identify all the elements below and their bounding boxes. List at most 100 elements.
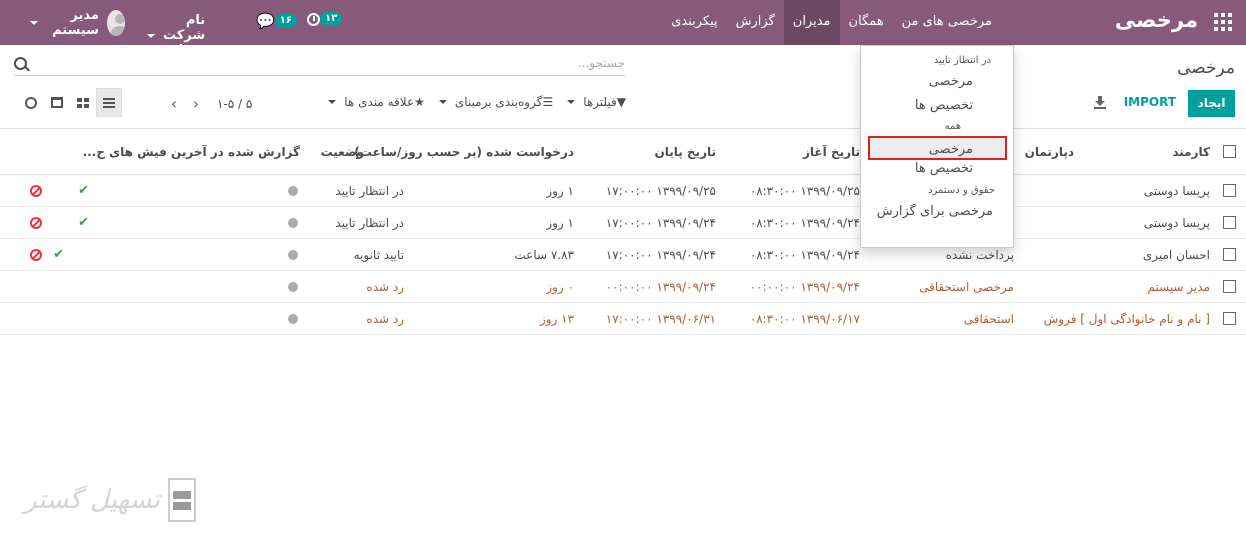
app-brand: مرخصی	[1114, 8, 1198, 32]
filters-toggle[interactable]: ▼ فیلترها	[567, 95, 626, 109]
watermark-text: تسهیل گستر	[24, 485, 160, 515]
filters-label: فیلترها	[583, 95, 617, 109]
clock-icon	[307, 12, 320, 26]
menu-my-leaves[interactable]: مرخصی های من	[893, 0, 996, 45]
approve-icon[interactable]: ✔	[78, 175, 89, 207]
table-row[interactable]: پریسا دوستی ۱۳۹۹/۰۹/۲۴ ۰۸:۳۰:۰۰ ۱۳۹۹/۰۹/۲۴…	[0, 207, 1246, 239]
cell-department: مرخصی استحقاقی	[919, 280, 1014, 294]
view-switcher	[18, 88, 122, 117]
dropdown-header-all: همه	[944, 121, 961, 132]
cell-start: ۱۳۹۹/۰۹/۲۴ ۰۰:۰۰:۰۰	[749, 280, 860, 294]
cell-status: در انتظار تایید	[335, 216, 404, 230]
row-checkbox[interactable]	[1223, 216, 1236, 229]
col-employee[interactable]: کارمند	[1172, 129, 1210, 175]
dropdown-item-all-allocations[interactable]: تخصیص ها	[861, 160, 1013, 182]
company-switcher[interactable]: نام شرکت شما	[147, 13, 205, 58]
activity-badge: ۱۳	[320, 12, 343, 26]
search-input[interactable]	[65, 56, 625, 70]
chevron-right-icon[interactable]: ›	[185, 94, 207, 113]
table-row[interactable]: مدیر سیستم مرخصی استحقاقی ۱۳۹۹/۰۹/۲۴ ۰۰:۰۰…	[0, 271, 1246, 303]
kanban-view-button[interactable]	[70, 88, 96, 117]
table-row[interactable]: پریسا دوستی ۱۳۹۹/۰۹/۲۵ ۰۸:۳۰:۰۰ ۱۳۹۹/۰۹/۲۵…	[0, 175, 1246, 207]
watermark: تسهیل گستر	[24, 478, 196, 522]
chevron-down-icon	[567, 100, 576, 104]
pager-value[interactable]: ۱-۵ / ۵	[217, 97, 252, 111]
clock-icon	[25, 96, 37, 109]
cell-end: ۱۳۹۹/۰۹/۲۴ ۰۰:۰۰:۰۰	[605, 280, 716, 294]
dropdown-header-payroll: حقوق و دستمزد	[928, 185, 995, 196]
table-row[interactable]: [ نام و نام خانوادگی اول ] فروش استحقاقی ۱…	[0, 303, 1246, 335]
search-icon[interactable]	[14, 57, 27, 70]
refuse-icon[interactable]	[30, 249, 42, 261]
table-row[interactable]: احسان امیری پرداخت نشده ۱۳۹۹/۰۹/۲۴ ۰۸:۳۰:۰…	[0, 239, 1246, 271]
messaging-menu[interactable]: ۱۶ 💬	[254, 12, 297, 30]
col-end[interactable]: تاریخ پایان	[654, 129, 716, 175]
approve-icon[interactable]: ✔	[78, 207, 89, 239]
menu-managers[interactable]: مدیران	[783, 0, 840, 45]
cell-duration: ۱ روز	[546, 216, 574, 230]
main-menu: مرخصی های من همگان مدیران گزارش پیکربندی	[662, 0, 996, 45]
refuse-icon[interactable]	[30, 185, 42, 197]
dropdown-item-leaves-to-approve[interactable]: مرخصی	[861, 70, 1013, 94]
cell-duration: ۱ روز	[546, 184, 574, 198]
menu-everyone[interactable]: همگان	[840, 0, 893, 45]
row-checkbox[interactable]	[1223, 312, 1236, 325]
create-button[interactable]: ایجاد	[1188, 90, 1235, 117]
favorites-label: علاقه مندی ها	[344, 95, 415, 109]
kanban-icon	[77, 97, 89, 108]
activity-view-button[interactable]	[18, 88, 44, 117]
groupby-toggle[interactable]: ☰ گروه‌بندی برمبنای	[438, 95, 553, 109]
row-checkbox[interactable]	[1223, 248, 1236, 261]
chevron-down-icon	[30, 21, 38, 25]
filter-icon: ▼	[616, 95, 626, 109]
col-reported[interactable]: گزارش شده در آخرین فیش های ح...	[83, 129, 300, 175]
cell-end: ۱۳۹۹/۰۹/۲۵ ۱۷:۰۰:۰۰	[605, 184, 716, 198]
activity-menu[interactable]: ۱۳	[305, 12, 343, 26]
apps-grid-icon[interactable]	[1214, 13, 1232, 31]
row-checkbox[interactable]	[1223, 184, 1236, 197]
chevron-left-icon[interactable]: ‹	[163, 94, 185, 113]
cell-status: رد شده	[366, 312, 404, 326]
user-menu[interactable]: مدیر سیستم	[30, 8, 125, 38]
col-status[interactable]: وضعیت	[321, 129, 364, 175]
search-options: ▼ فیلترها ☰ گروه‌بندی برمبنای ★ علاقه من…	[314, 95, 626, 109]
status-dot	[288, 282, 298, 292]
select-all-checkbox[interactable]	[1223, 145, 1236, 158]
col-duration[interactable]: درخواست شده (بر حسب روز/ساعت)	[354, 129, 574, 175]
top-navbar: مرخصی مرخصی های من همگان مدیران گزارش پی…	[0, 0, 1246, 58]
chevron-down-icon	[438, 100, 447, 104]
status-dot	[288, 314, 298, 324]
chevron-down-icon	[328, 100, 337, 104]
messages-badge: ۱۶	[274, 14, 297, 28]
cell-employee: مدیر سیستم	[1147, 280, 1211, 294]
cell-end: ۱۳۹۹/۰۹/۲۴ ۱۷:۰۰:۰۰	[605, 216, 716, 230]
search-bar	[14, 56, 625, 76]
dropdown-item-leaves-to-report[interactable]: مرخصی برای گزارش	[861, 200, 1013, 224]
dropdown-item-allocations-to-approve[interactable]: تخصیص ها	[861, 94, 1013, 118]
cell-employee: پریسا دوستی	[1143, 216, 1210, 230]
list-view-button[interactable]	[96, 88, 122, 117]
groupby-label: گروه‌بندی برمبنای	[454, 95, 543, 109]
list-icon	[103, 97, 115, 108]
status-dot	[288, 186, 298, 196]
table-header: کارمند دپارتمان تاریخ آغاز تاریخ پایان د…	[0, 129, 1246, 175]
avatar	[106, 10, 125, 36]
user-name: مدیر سیستم	[52, 8, 99, 38]
cell-end: ۱۳۹۹/۰۶/۳۱ ۱۷:۰۰:۰۰	[605, 312, 716, 326]
managers-dropdown: در انتظار تایید مرخصی تخصیص ها همه مرخصی…	[860, 45, 1014, 248]
col-start[interactable]: تاریخ آغاز	[803, 129, 860, 175]
menu-reporting[interactable]: گزارش	[727, 0, 784, 45]
favorites-toggle[interactable]: ★ علاقه مندی ها	[328, 95, 425, 109]
col-department[interactable]: دپارتمان	[1025, 129, 1074, 175]
dropdown-item-all-leaves[interactable]: مرخصی	[868, 136, 1007, 160]
calendar-icon	[51, 97, 63, 108]
calendar-view-button[interactable]	[44, 88, 70, 117]
import-button[interactable]: IMPORT	[1124, 95, 1176, 109]
refuse-icon[interactable]	[30, 217, 42, 229]
cell-employee: پریسا دوستی	[1143, 184, 1210, 198]
row-checkbox[interactable]	[1223, 280, 1236, 293]
cell-employee: [ نام و نام خانوادگی اول ] فروش	[1043, 312, 1210, 326]
approve-icon[interactable]: ✔	[53, 239, 64, 271]
cell-start: ۱۳۹۹/۰۹/۲۴ ۰۸:۳۰:۰۰	[749, 248, 860, 262]
menu-configuration[interactable]: پیکربندی	[662, 0, 726, 45]
